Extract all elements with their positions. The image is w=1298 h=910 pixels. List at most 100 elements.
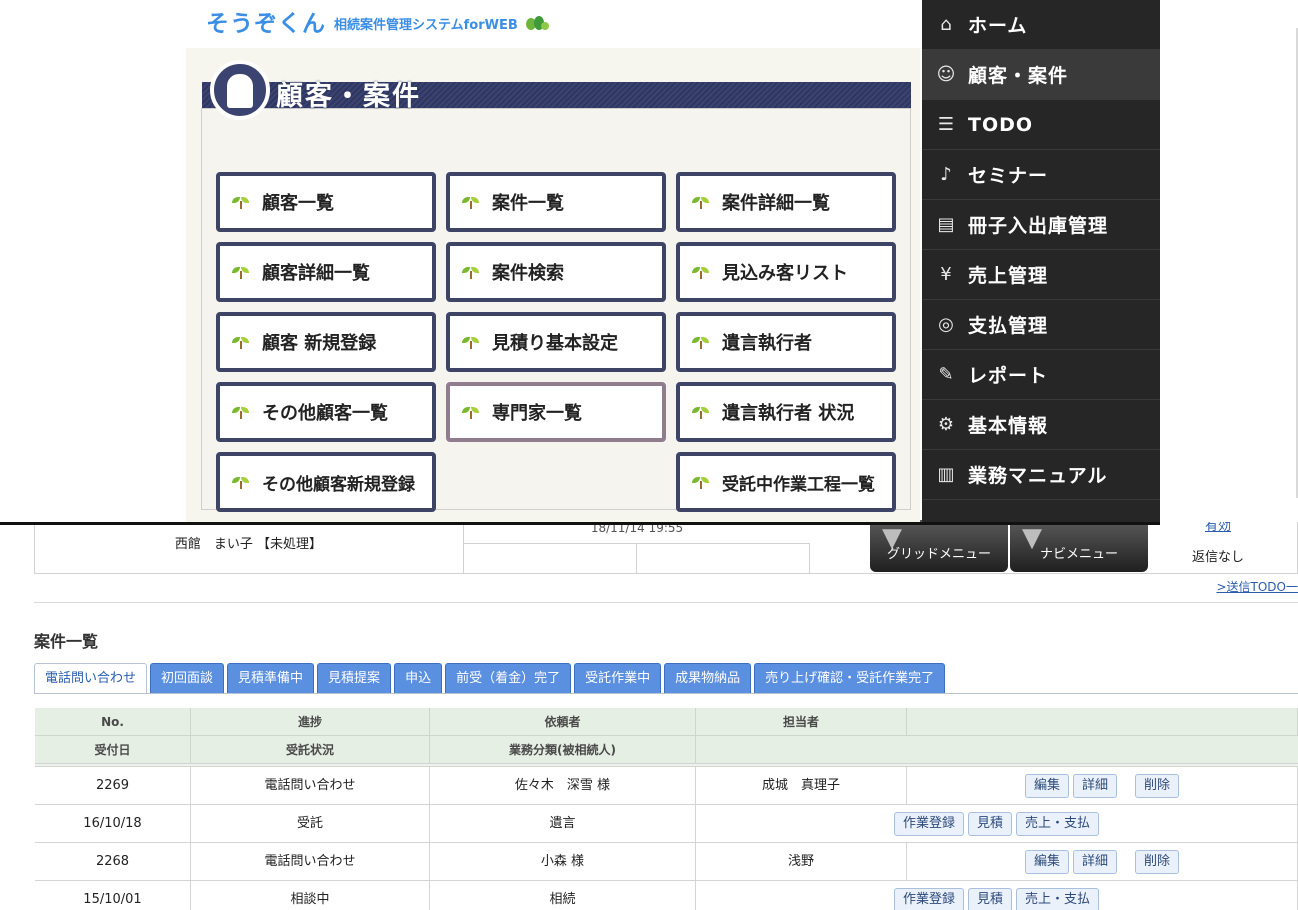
case-date: 16/10/18 <box>35 805 191 842</box>
sprout-icon <box>462 265 480 279</box>
nav-item-booklet-stock[interactable]: ▤ 冊子入出庫管理 <box>922 200 1160 250</box>
down-arrow-icon: ▼ <box>882 523 902 553</box>
menu-label: 顧客一覧 <box>262 193 334 214</box>
estimate-button[interactable]: 見積 <box>967 887 1012 910</box>
menu-case-list[interactable]: 案件一覧 <box>446 172 666 232</box>
down-arrow-icon: ▼ <box>1022 523 1042 553</box>
sprout-icon <box>232 405 250 419</box>
column-header: 業務分類(被相続人) <box>430 736 696 763</box>
sprout-icon <box>232 195 250 209</box>
column-header: 進捗 <box>191 708 430 735</box>
sprout-icon <box>692 475 710 489</box>
panel-title: 顧客・案件 <box>276 81 421 112</box>
column-header: No. <box>35 708 191 735</box>
menu-label: 案件検索 <box>492 263 564 284</box>
nav-item-seminar[interactable]: ♪ セミナー <box>922 150 1160 200</box>
nav-item-customer-case[interactable]: ☺ 顧客・案件 <box>922 50 1160 100</box>
case-category: 相続 <box>430 881 696 910</box>
previous-todo-cell <box>464 544 637 574</box>
previous-todo-status-link[interactable]: 有効 <box>1150 520 1286 538</box>
sprout-icon <box>692 195 710 209</box>
sprout-icon <box>462 335 480 349</box>
case-status-tabs: 電話問い合わせ 初回面談 見積準備中 見積提案 申込 前受（着金）完了 受託作業… <box>34 663 946 694</box>
sent-todo-link[interactable]: >送信TODO一 <box>1216 578 1298 595</box>
case-date: 15/10/01 <box>35 881 191 910</box>
detail-button[interactable]: 詳細 <box>1072 773 1117 798</box>
sprout-icon <box>692 265 710 279</box>
menu-grid: 顧客一覧 案件一覧 案件詳細一覧 顧客詳細一覧 案件検索 見込み客リスト 顧客 … <box>216 172 896 512</box>
nav-item-basic-info[interactable]: ⚙ 基本情報 <box>922 400 1160 450</box>
navi-menu-label: ナビメニュー <box>1039 547 1118 562</box>
menu-estimate-settings[interactable]: 見積り基本設定 <box>446 312 666 372</box>
nav-item-report[interactable]: ✎ レポート <box>922 350 1160 400</box>
nav-item-todo[interactable]: ☰ TODO <box>922 100 1160 150</box>
delete-button[interactable]: 削除 <box>1135 849 1180 874</box>
tab-first-meeting[interactable]: 初回面談 <box>150 663 225 693</box>
menu-customer-detail-list[interactable]: 顧客詳細一覧 <box>216 242 436 302</box>
menu-label: 顧客詳細一覧 <box>262 263 370 284</box>
menu-label: 見積り基本設定 <box>492 333 618 354</box>
menu-customer-new[interactable]: 顧客 新規登録 <box>216 312 436 372</box>
tab-completed[interactable]: 売り上げ確認・受託作業完了 <box>754 663 946 693</box>
tab-advance-paid[interactable]: 前受（着金）完了 <box>445 663 572 693</box>
menu-will-executor[interactable]: 遺言執行者 <box>676 312 896 372</box>
sprout-icon <box>232 335 250 349</box>
nav-item-home[interactable]: ⌂ ホーム <box>922 0 1160 50</box>
edit-button[interactable]: 編集 <box>1024 773 1069 798</box>
delete-button[interactable]: 削除 <box>1135 773 1180 798</box>
app-logo[interactable]: そうぞくん 相続案件管理システムforWEB <box>206 4 550 38</box>
tabs-baseline <box>34 693 1298 694</box>
tab-application[interactable]: 申込 <box>394 663 443 693</box>
tab-estimate-prep[interactable]: 見積準備中 <box>227 663 315 693</box>
menu-other-customer-new[interactable]: その他顧客新規登録 <box>216 452 436 512</box>
column-header: 受託状況 <box>191 736 430 763</box>
grid-menu-button[interactable]: ▼ グリッドメニュー <box>870 520 1008 572</box>
estimate-button[interactable]: 見積 <box>967 811 1012 836</box>
case-list-title: 案件一覧 <box>34 632 99 651</box>
case-table: No. 進捗 依頼者 担当者 受付日 受託状況 業務分類(被相続人) 2269 … <box>35 708 1298 910</box>
sales-payment-button[interactable]: 売上・支払 <box>1016 887 1100 910</box>
table-row: 2268 電話問い合わせ 小森 様 浅野 編集 詳細 削除 <box>35 843 1298 881</box>
menu-label: 顧客 新規登録 <box>262 333 377 354</box>
boxes-icon: ▤ <box>937 213 955 235</box>
nav-item-manual[interactable]: ▥ 業務マニュアル <box>922 450 1160 500</box>
edit-button[interactable]: 編集 <box>1024 849 1069 874</box>
table-header-row: No. 進捗 依頼者 担当者 <box>35 708 1298 736</box>
nav-item-payment[interactable]: ◎ 支払管理 <box>922 300 1160 350</box>
tab-delivered[interactable]: 成果物納品 <box>664 663 752 693</box>
nav-label: セミナー <box>968 165 1049 187</box>
previous-todo-name: 西館 まい子 【未処理】 <box>34 522 464 574</box>
tab-work-in-progress[interactable]: 受託作業中 <box>574 663 662 693</box>
tab-estimate-proposal[interactable]: 見積提案 <box>317 663 392 693</box>
menu-will-executor-status[interactable]: 遺言執行者 状況 <box>676 382 896 442</box>
column-header: 受付日 <box>35 736 191 763</box>
menu-label: その他顧客新規登録 <box>262 474 415 495</box>
sales-payment-button[interactable]: 売上・支払 <box>1016 811 1100 836</box>
coins-icon: ◎ <box>938 313 954 335</box>
menu-customer-list[interactable]: 顧客一覧 <box>216 172 436 232</box>
tab-phone-inquiry[interactable]: 電話問い合わせ <box>34 663 148 694</box>
case-progress: 電話問い合わせ <box>191 843 430 880</box>
work-register-button[interactable]: 作業登録 <box>893 811 964 836</box>
menu-other-customer-list[interactable]: その他顧客一覧 <box>216 382 436 442</box>
menu-label: 遺言執行者 状況 <box>722 403 855 424</box>
case-client: 小森 様 <box>430 843 696 880</box>
sprout-icon <box>692 335 710 349</box>
nav-item-sales[interactable]: ¥ 売上管理 <box>922 250 1160 300</box>
menu-expert-list[interactable]: 専門家一覧 <box>446 382 666 442</box>
menu-contracted-work-process[interactable]: 受託中作業工程一覧 <box>676 452 896 512</box>
case-client: 佐々木 深雪 様 <box>430 767 696 804</box>
work-register-button[interactable]: 作業登録 <box>893 887 964 910</box>
detail-button[interactable]: 詳細 <box>1072 849 1117 874</box>
nav-label: 支払管理 <box>968 315 1049 337</box>
row-actions: 編集 詳細 削除 <box>907 843 1298 880</box>
column-header: 担当者 <box>696 708 907 735</box>
navi-menu-button[interactable]: ▼ ナビメニュー <box>1010 520 1148 572</box>
overlay-right-blank <box>1160 0 1298 522</box>
menu-case-search[interactable]: 案件検索 <box>446 242 666 302</box>
case-number: 2268 <box>35 843 191 880</box>
menu-case-detail-list[interactable]: 案件詳細一覧 <box>676 172 896 232</box>
menu-prospect-list[interactable]: 見込み客リスト <box>676 242 896 302</box>
menu-label: 見込み客リスト <box>722 263 848 284</box>
case-status: 相談中 <box>191 881 430 910</box>
